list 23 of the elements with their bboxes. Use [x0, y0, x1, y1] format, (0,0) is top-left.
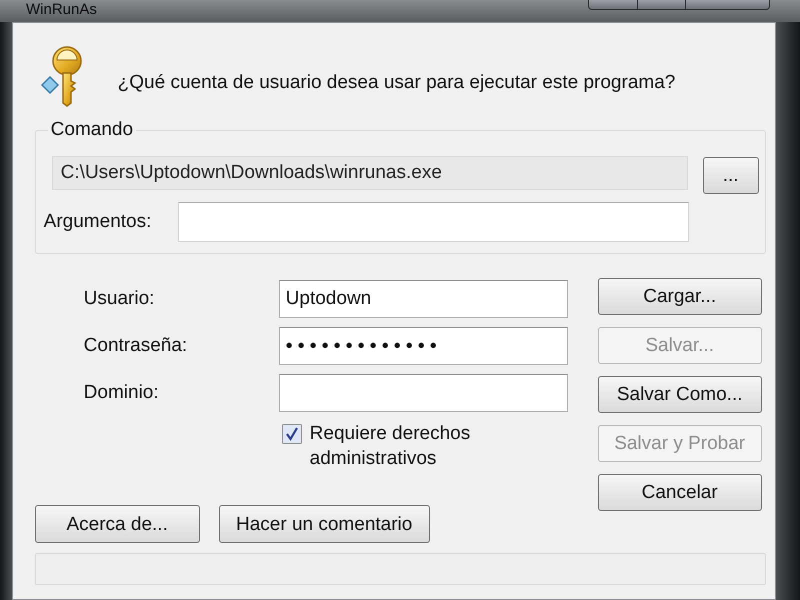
password-field[interactable]: ••••••••••••• [278, 327, 568, 365]
dialog-button[interactable]: Cargar... [598, 278, 762, 315]
field-label: Usuario: [84, 286, 156, 311]
arguments-label: Argumentos: [44, 210, 152, 234]
input-field[interactable]: Uptodown [278, 280, 568, 318]
feedback-button[interactable]: Hacer un comentario [218, 505, 430, 543]
checkbox-label: Requiere derechos administrativos [310, 422, 472, 471]
window-button[interactable] [588, 0, 638, 10]
input-field[interactable] [278, 374, 568, 412]
checkbox[interactable] [282, 424, 302, 444]
about-button[interactable]: Acerca de... [34, 505, 200, 543]
window-button[interactable] [686, 0, 770, 10]
browse-button[interactable]: ... [702, 157, 759, 194]
prompt-text: ¿Qué cuenta de usuario desea usar para ejecutar este programa? [118, 72, 676, 94]
input-field[interactable] [178, 202, 689, 242]
field-label: Contraseña: [84, 334, 188, 358]
dialog-button[interactable]: Salvar Como... [598, 376, 762, 413]
field-label: Dominio: [84, 380, 160, 405]
path-field: C:\Users\Uptodown\Downloads\winrunas.exe [52, 156, 688, 190]
dialog-button[interactable]: Cancelar [598, 474, 762, 511]
group-title: Comando [50, 119, 134, 141]
window-title: WinRunAs [26, 1, 97, 19]
window-button[interactable] [638, 0, 686, 10]
